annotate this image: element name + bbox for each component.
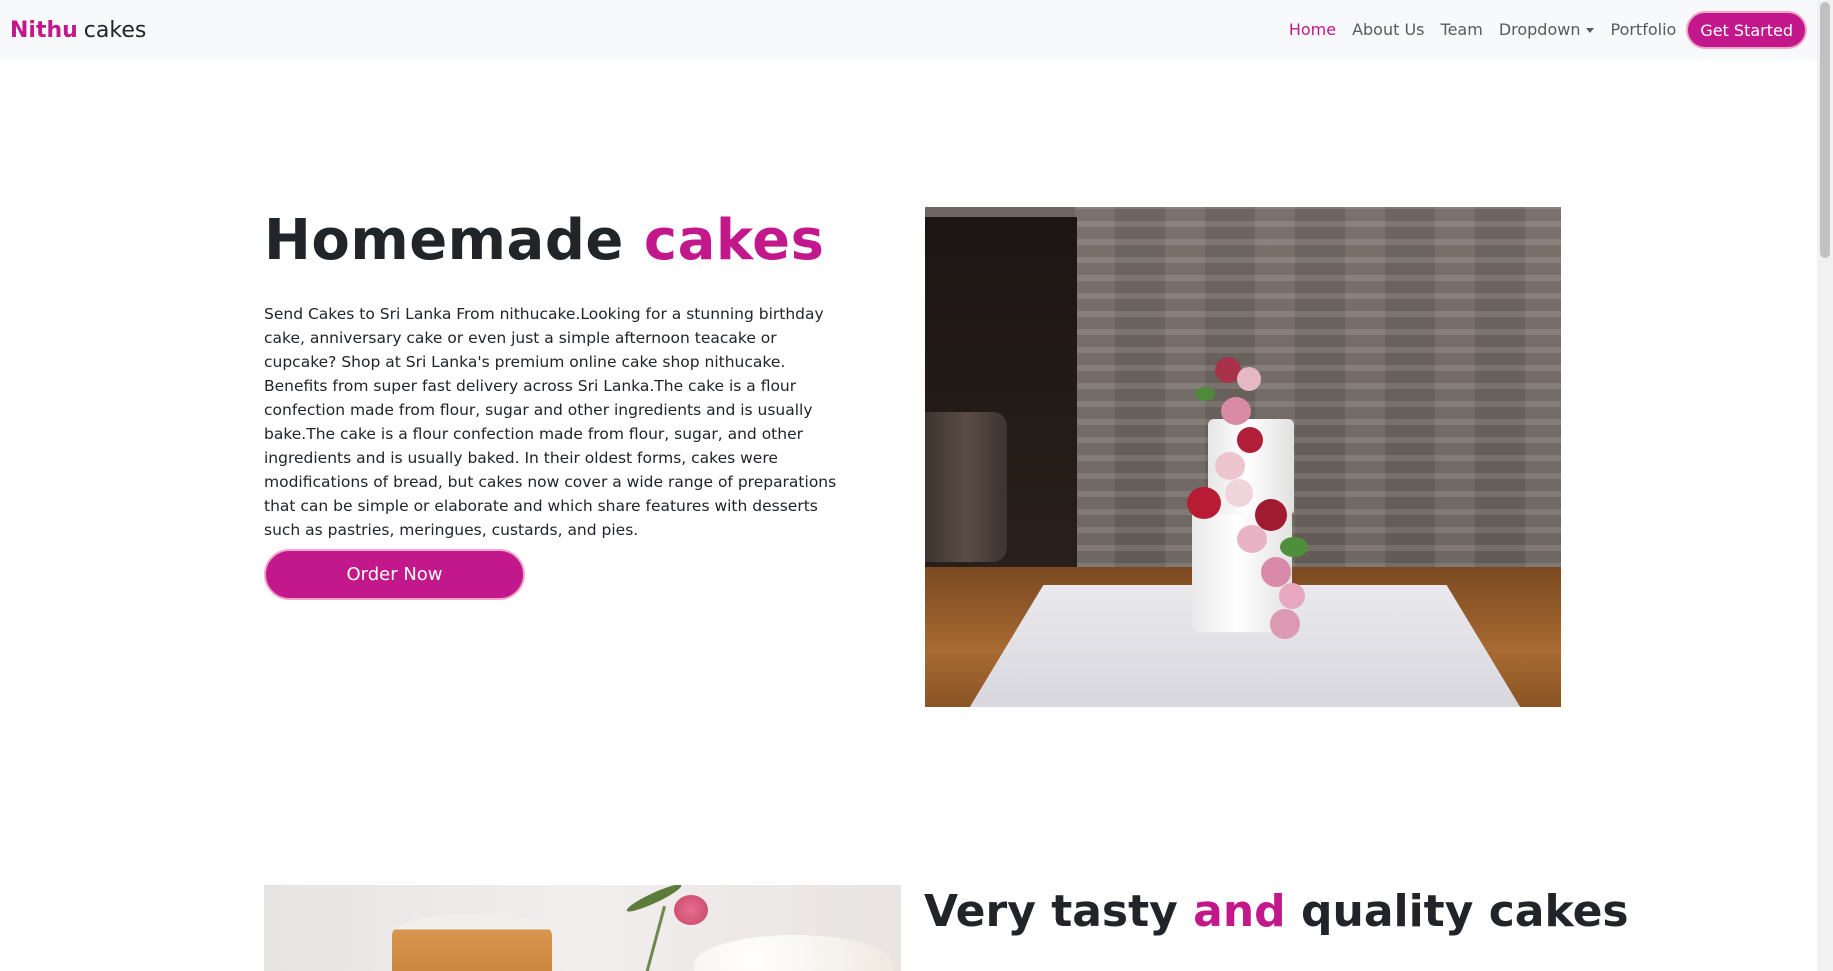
image-flower bbox=[1237, 427, 1263, 453]
image-flower bbox=[1280, 537, 1308, 557]
image-barrel bbox=[925, 412, 1007, 562]
image-cream-cake bbox=[694, 935, 894, 971]
brand-secondary: cakes bbox=[83, 17, 147, 43]
nav-portfolio[interactable]: Portfolio bbox=[1602, 0, 1684, 60]
section2-title-accent: and bbox=[1193, 886, 1286, 937]
image-sponge-cake bbox=[392, 915, 552, 971]
image-rose bbox=[674, 895, 708, 925]
brand-logo[interactable]: Nithu cakes bbox=[10, 18, 146, 43]
image-flower bbox=[1221, 397, 1251, 425]
image-flower bbox=[1195, 387, 1215, 401]
image-flower bbox=[1279, 583, 1305, 609]
image-flower bbox=[1261, 557, 1291, 587]
nav-team[interactable]: Team bbox=[1433, 0, 1491, 60]
image-flower bbox=[1225, 479, 1253, 507]
page-scrollbar[interactable] bbox=[1817, 0, 1833, 971]
get-started-button[interactable]: Get Started bbox=[1686, 11, 1807, 49]
image-flower bbox=[1237, 525, 1267, 553]
image-flower bbox=[1237, 367, 1261, 391]
image-flower bbox=[1270, 609, 1300, 639]
hero-cake-image bbox=[925, 207, 1561, 707]
page: Nithu cakes Home About Us Team Dropdown … bbox=[0, 0, 1833, 971]
nav-about-us[interactable]: About Us bbox=[1344, 0, 1432, 60]
hero-title-accent: cakes bbox=[643, 208, 825, 273]
hero-description: Send Cakes to Sri Lanka From nithucake.L… bbox=[264, 305, 837, 539]
order-now-button[interactable]: Order Now bbox=[264, 549, 525, 600]
section2-title: Very tasty and quality cakes bbox=[924, 886, 1629, 937]
nav-dropdown-label: Dropdown bbox=[1498, 20, 1581, 39]
section2-title-part1: Very tasty bbox=[924, 886, 1178, 937]
image-flower bbox=[1215, 452, 1245, 480]
navbar: Nithu cakes Home About Us Team Dropdown … bbox=[0, 0, 1817, 60]
section2-cake-image bbox=[264, 885, 901, 971]
image-flower bbox=[1187, 487, 1221, 519]
scrollbar-thumb[interactable] bbox=[1820, 2, 1830, 258]
nav-dropdown[interactable]: Dropdown bbox=[1491, 0, 1603, 60]
section2-title-part2: quality cakes bbox=[1301, 886, 1629, 937]
image-wall bbox=[1075, 207, 1561, 587]
hero-title: Homemade cakes bbox=[264, 208, 824, 273]
brand-primary: Nithu bbox=[10, 17, 78, 43]
hero-title-main: Homemade bbox=[264, 208, 624, 273]
nav-home[interactable]: Home bbox=[1281, 0, 1344, 60]
chevron-down-icon bbox=[1586, 28, 1595, 33]
nav-links: Home About Us Team Dropdown Portfolio Ge… bbox=[1281, 0, 1807, 60]
image-stem bbox=[644, 905, 667, 971]
